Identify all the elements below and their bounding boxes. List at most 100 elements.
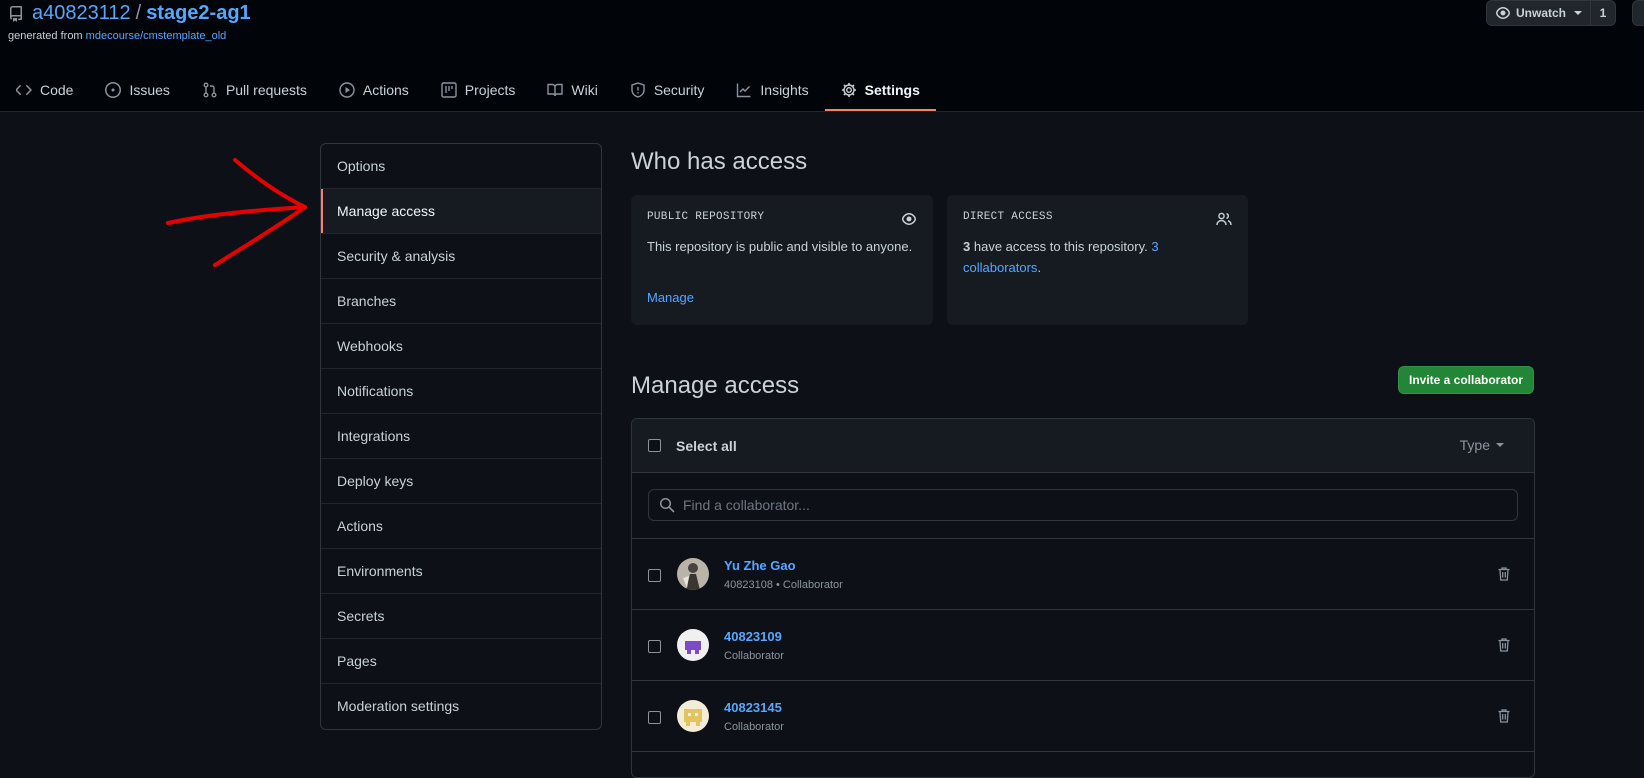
search-row [632, 473, 1534, 539]
collaborator-checkbox[interactable] [648, 569, 661, 582]
sidebar-item-manage-access[interactable]: Manage access [321, 189, 601, 234]
collaborators-box: Select all Type Yu Zhe Gao 40823108 • Co… [631, 418, 1535, 778]
sidebar-item-environments[interactable]: Environments [321, 549, 601, 594]
tab-label: Security [653, 82, 705, 98]
generated-prefix: generated from [8, 30, 83, 42]
tab-projects[interactable]: Projects [425, 70, 532, 110]
sidebar-item-moderation-settings[interactable]: Moderation settings [321, 684, 601, 729]
annotation-arrow [166, 158, 307, 267]
book-icon [547, 83, 564, 97]
identicon-icon [677, 700, 709, 732]
repo-header: a40823112/stage2-ag1 generated from mdec… [0, 0, 1644, 112]
repo-name-link[interactable]: stage2-ag1 [146, 2, 251, 24]
tab-label: Pull requests [225, 82, 307, 98]
tab-label: Projects [464, 82, 516, 98]
collaborator-row: Yu Zhe Gao 40823108 • Collaborator [632, 539, 1534, 610]
sidebar-item-integrations[interactable]: Integrations [321, 414, 601, 459]
unwatch-button[interactable]: Unwatch 1 [1486, 0, 1616, 26]
graph-icon [737, 83, 751, 98]
people-icon [1216, 212, 1232, 226]
gear-icon [841, 83, 856, 97]
sidebar-item-notifications[interactable]: Notifications [321, 369, 601, 414]
sidebar-item-security-analysis[interactable]: Security & analysis [321, 234, 601, 279]
collaborator-search-input[interactable] [681, 496, 1485, 514]
type-filter-dropdown[interactable]: Type [1460, 437, 1504, 453]
public-repository-card: PUBLIC REPOSITORY This repository is pub… [631, 195, 933, 325]
collaborator-role: Collaborator [724, 721, 784, 733]
collaborator-checkbox[interactable] [648, 711, 661, 724]
sidebar-item-secrets[interactable]: Secrets [321, 594, 601, 639]
trash-icon[interactable] [1496, 566, 1512, 582]
direct-access-suffix: . [1037, 260, 1042, 275]
select-all-label[interactable]: Select all [676, 438, 737, 454]
collaborator-name[interactable]: 40823145 [724, 700, 782, 715]
chevron-down-icon [1574, 11, 1583, 15]
who-has-access-heading: Who has access [631, 148, 808, 175]
pull-request-icon [203, 82, 217, 98]
direct-access-description: have access to this repository. [973, 239, 1148, 254]
tab-label: Actions [362, 82, 409, 98]
chevron-down-icon [1496, 443, 1504, 447]
collaborator-name[interactable]: Yu Zhe Gao [724, 558, 796, 573]
invite-collaborator-button[interactable]: Invite a collaborator [1398, 366, 1534, 394]
tab-actions[interactable]: Actions [323, 70, 425, 110]
collaborator-checkbox[interactable] [648, 640, 661, 653]
sidebar-item-deploy-keys[interactable]: Deploy keys [321, 459, 601, 504]
tab-code[interactable]: Code [0, 70, 89, 110]
collaborator-role: Collaborator [724, 650, 784, 662]
collaborator-row: 40823109 Collaborator [632, 610, 1534, 681]
sidebar-item-branches[interactable]: Branches [321, 279, 601, 324]
sidebar-item-options[interactable]: Options [321, 144, 601, 189]
trash-icon[interactable] [1496, 637, 1512, 653]
unwatch-label: Unwatch [1516, 6, 1567, 20]
play-icon [339, 82, 355, 98]
user-photo-icon [677, 558, 709, 590]
tab-label: Issues [129, 82, 170, 98]
tab-label: Wiki [571, 82, 598, 98]
tab-security[interactable]: Security [614, 70, 721, 110]
manage-access-heading: Manage access [631, 372, 800, 399]
repo-title: a40823112/stage2-ag1 [32, 0, 251, 26]
sidebar-item-pages[interactable]: Pages [321, 639, 601, 684]
public-repository-text: This repository is public and visible to… [647, 239, 913, 254]
select-all-checkbox[interactable] [648, 439, 661, 452]
watchers-count[interactable]: 1 [1591, 6, 1615, 20]
eye-icon [1496, 7, 1510, 19]
collaborator-role: 40823108 • Collaborator [724, 579, 843, 591]
collaborator-search[interactable] [648, 489, 1518, 521]
avatar[interactable] [677, 700, 709, 732]
project-icon [441, 82, 457, 98]
tab-label: Settings [864, 82, 920, 98]
sidebar-item-webhooks[interactable]: Webhooks [321, 324, 601, 369]
direct-access-label: DIRECT ACCESS [963, 211, 1053, 223]
direct-access-text: 3 have access to this repository. 3 coll… [963, 236, 1232, 278]
direct-access-count: 3 [963, 239, 971, 254]
repo-separator: / [135, 2, 142, 24]
star-button-partial[interactable] [1632, 0, 1644, 26]
avatar[interactable] [677, 558, 709, 590]
issue-icon [105, 82, 122, 98]
tab-issues[interactable]: Issues [89, 70, 185, 110]
unwatch-label-wrap[interactable]: Unwatch [1487, 1, 1592, 25]
code-icon [16, 85, 32, 95]
search-icon [659, 497, 675, 513]
type-filter-label: Type [1459, 437, 1490, 453]
tab-insights[interactable]: Insights [720, 70, 824, 110]
repo-tabs: Code Issues Pull requests Actions Projec… [0, 70, 937, 111]
generated-from: generated from mdecourse/cmstemplate_old [8, 30, 226, 42]
sidebar-item-actions[interactable]: Actions [321, 504, 601, 549]
avatar[interactable] [677, 629, 709, 661]
tab-settings[interactable]: Settings [824, 70, 937, 111]
identicon-icon [677, 629, 709, 661]
trash-icon[interactable] [1496, 708, 1512, 724]
tab-wiki[interactable]: Wiki [531, 70, 613, 110]
repo-icon [9, 6, 22, 22]
tab-pull-requests[interactable]: Pull requests [186, 70, 323, 110]
eye-icon [902, 213, 916, 225]
template-repo-link[interactable]: mdecourse/cmstemplate_old [86, 30, 227, 42]
manage-visibility-link[interactable]: Manage [647, 290, 694, 305]
repo-owner-link[interactable]: a40823112 [32, 2, 131, 24]
settings-sidebar: Options Manage access Security & analysi… [320, 143, 602, 730]
collaborator-row: 40823145 Collaborator [632, 681, 1534, 752]
collaborator-name[interactable]: 40823109 [724, 629, 782, 644]
